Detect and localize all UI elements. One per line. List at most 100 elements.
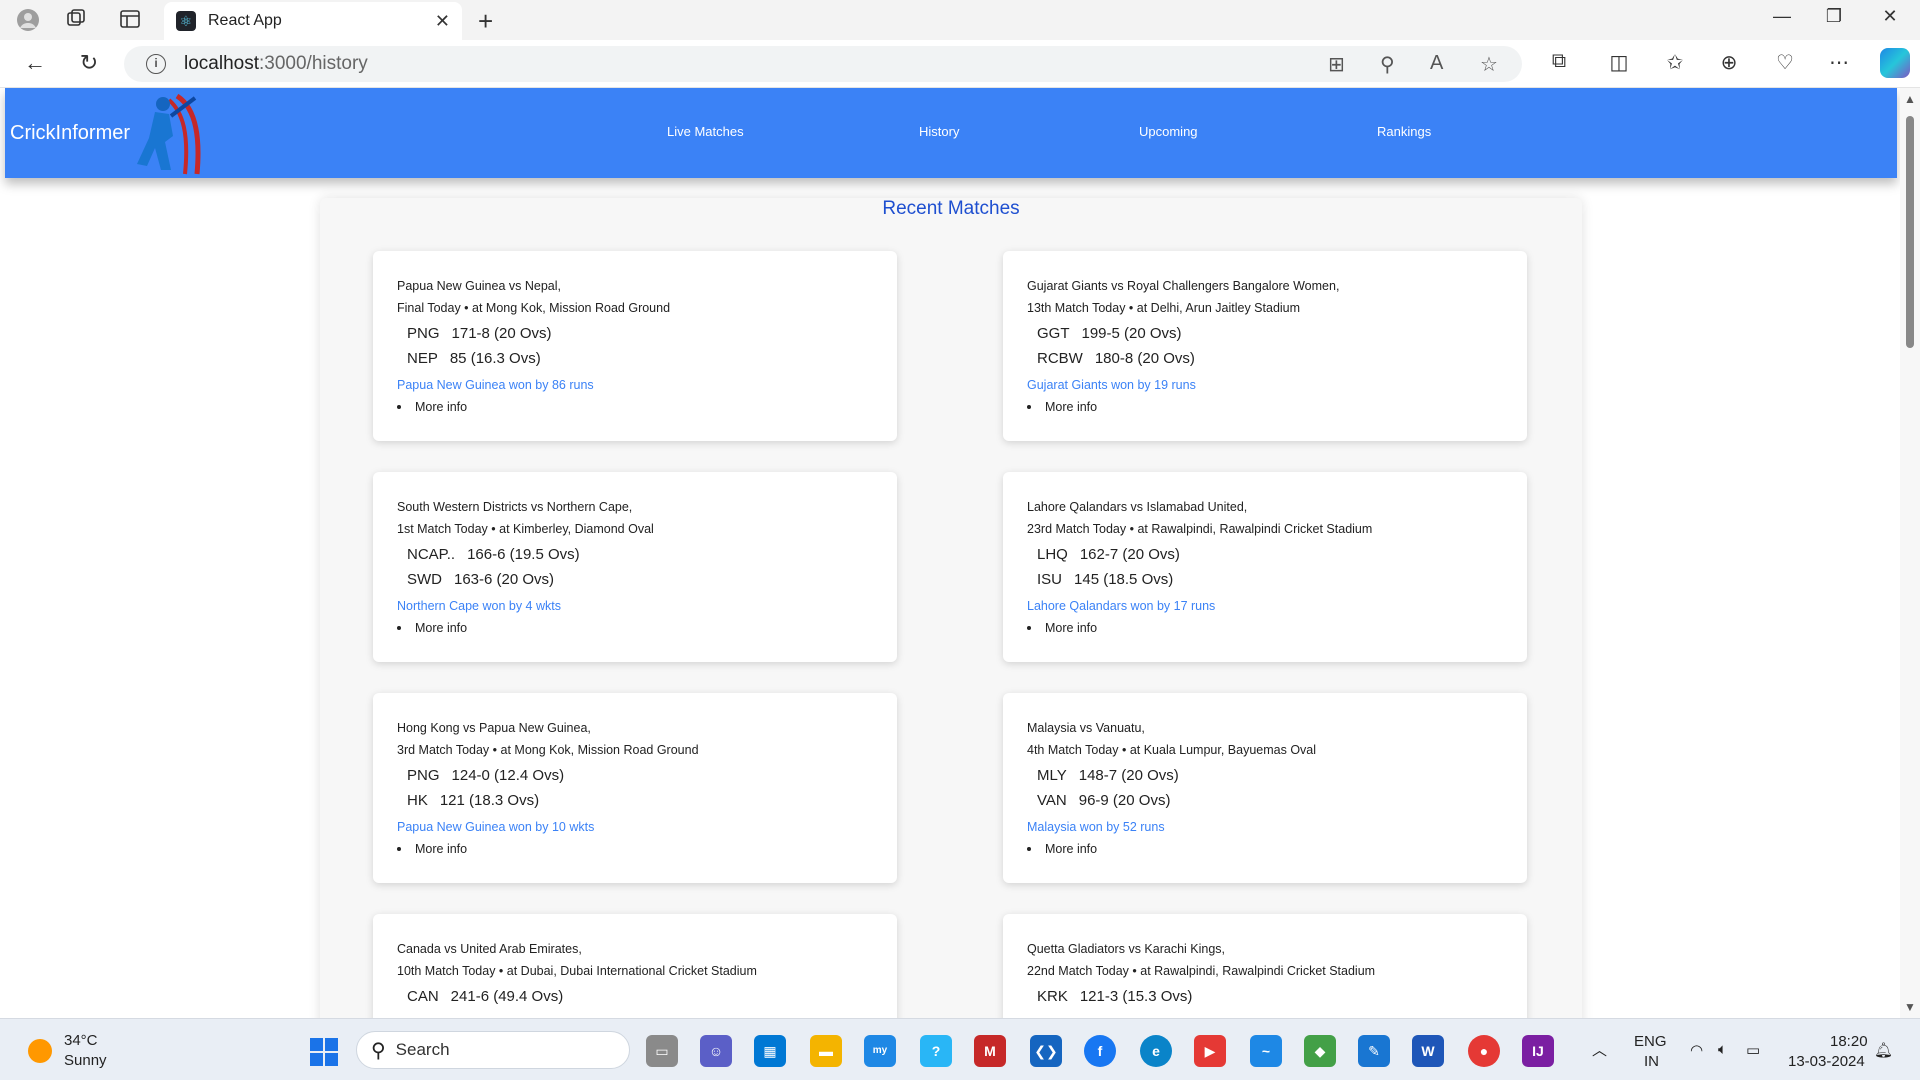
match-teams: Hong Kong vs Papua New Guinea,: [397, 721, 591, 735]
taskbar-search[interactable]: ⚲ Search: [356, 1031, 630, 1069]
more-info-link[interactable]: More info: [1027, 617, 1503, 639]
tab-react-app[interactable]: ⚛ React App ✕: [164, 2, 462, 40]
facebook-icon[interactable]: f: [1084, 1035, 1116, 1067]
zoom-icon[interactable]: ⚲: [1380, 52, 1395, 77]
browser-essentials-icon[interactable]: ♡: [1770, 50, 1800, 75]
brand-name[interactable]: CrickInformer: [10, 122, 130, 145]
team1-score: 199-5 (20 Ovs): [1081, 325, 1182, 342]
match-description: 10th Match Today • at Dubai, Dubai Inter…: [397, 964, 757, 978]
clock-time[interactable]: 18:20: [1830, 1033, 1868, 1050]
wifi-icon[interactable]: ◠: [1690, 1041, 1703, 1059]
close-tab-icon[interactable]: ✕: [435, 11, 450, 32]
more-info-label[interactable]: More info: [415, 617, 467, 639]
clock-date[interactable]: 13-03-2024: [1788, 1053, 1865, 1070]
scroll-up-icon[interactable]: ▲: [1904, 92, 1916, 106]
show-hidden-icons-icon[interactable]: ︿: [1592, 1039, 1607, 1060]
page-scrollbar[interactable]: ▲ ▼: [1900, 88, 1920, 1018]
minimize-icon[interactable]: —: [1762, 6, 1802, 27]
paint-icon[interactable]: ✎: [1358, 1035, 1390, 1067]
more-info-label[interactable]: More info: [415, 838, 467, 860]
match-card[interactable]: Papua New Guinea vs Nepal, Final Today • …: [373, 251, 897, 441]
volume-icon[interactable]: 🔈︎: [1718, 1041, 1727, 1058]
teams-chat-icon[interactable]: ☺: [700, 1035, 732, 1067]
site-info-icon[interactable]: i: [146, 54, 166, 74]
team2-abbr: HK: [407, 792, 428, 809]
collections-icon[interactable]: ⊕: [1714, 50, 1744, 75]
maximize-icon[interactable]: ❐: [1814, 6, 1854, 27]
match-card[interactable]: South Western Districts vs Northern Cape…: [373, 472, 897, 662]
youtube-icon[interactable]: ▶: [1194, 1035, 1226, 1067]
match-card[interactable]: Hong Kong vs Papua New Guinea, 3rd Match …: [373, 693, 897, 883]
url-field[interactable]: i localhost:3000/history ⊞ ⚲ A ☆: [124, 46, 1522, 82]
settings-more-icon[interactable]: ⋯: [1824, 50, 1854, 75]
intellij-icon[interactable]: IJ: [1522, 1035, 1554, 1067]
more-info-label[interactable]: More info: [1045, 617, 1097, 639]
match-card[interactable]: Gujarat Giants vs Royal Challengers Bang…: [1003, 251, 1527, 441]
bullet-icon: [1027, 847, 1031, 851]
nav-history[interactable]: History: [919, 124, 959, 139]
copilot-icon[interactable]: [1880, 48, 1910, 78]
pycharm-icon[interactable]: ~: [1250, 1035, 1282, 1067]
app-available-icon[interactable]: ⊞: [1328, 52, 1345, 77]
microsoft-store-icon[interactable]: ▦: [754, 1035, 786, 1067]
battery-icon[interactable]: ▭: [1746, 1041, 1760, 1059]
match-card[interactable]: Quetta Gladiators vs Karachi Kings, 22nd …: [1003, 914, 1527, 1018]
match-card[interactable]: Canada vs United Arab Emirates, 10th Matc…: [373, 914, 897, 1018]
new-tab-icon[interactable]: +: [478, 6, 493, 37]
back-icon[interactable]: ←: [20, 50, 50, 76]
close-window-icon[interactable]: ✕: [1870, 6, 1910, 27]
team2-abbr: ISU: [1037, 571, 1063, 588]
favorites-icon[interactable]: ✩: [1660, 50, 1690, 75]
favorite-star-icon[interactable]: ☆: [1480, 52, 1498, 77]
language-code[interactable]: ENG: [1634, 1033, 1667, 1050]
match-result: Malaysia won by 52 runs: [1027, 820, 1165, 834]
profile-icon[interactable]: [16, 8, 40, 32]
more-info-link[interactable]: More info: [397, 617, 873, 639]
vscode-icon[interactable]: ❮❯: [1030, 1035, 1062, 1067]
task-view-icon[interactable]: ▭: [646, 1035, 678, 1067]
page-viewport: CrickInformer Live Matches History Upcom…: [0, 88, 1900, 1018]
language-region[interactable]: IN: [1644, 1053, 1659, 1070]
scrollbar-thumb[interactable]: [1906, 116, 1914, 348]
git-icon[interactable]: ◆: [1304, 1035, 1336, 1067]
match-teams: Quetta Gladiators vs Karachi Kings,: [1027, 942, 1226, 956]
word-icon[interactable]: W: [1412, 1035, 1444, 1067]
nav-rankings[interactable]: Rankings: [1377, 124, 1431, 139]
match-card[interactable]: Lahore Qalandars vs Islamabad United, 23r…: [1003, 472, 1527, 662]
edge-icon[interactable]: e: [1140, 1035, 1172, 1067]
weather-temperature[interactable]: 34°C: [64, 1032, 98, 1049]
nav-upcoming[interactable]: Upcoming: [1139, 124, 1198, 139]
chrome-icon[interactable]: ●: [1468, 1035, 1500, 1067]
refresh-icon[interactable]: ↻: [74, 50, 104, 76]
more-info-label[interactable]: More info: [1045, 396, 1097, 418]
split-screen-icon[interactable]: ◫: [1604, 50, 1634, 75]
workspaces-icon[interactable]: [64, 8, 88, 32]
file-explorer-icon[interactable]: ▬: [810, 1035, 842, 1067]
more-info-link[interactable]: More info: [397, 838, 873, 860]
nav-live-matches[interactable]: Live Matches: [667, 124, 744, 139]
team2-score-row: VAN 96-9 (20 Ovs): [1027, 788, 1503, 813]
match-card[interactable]: Malaysia vs Vanuatu, 4th Match Today • at…: [1003, 693, 1527, 883]
extensions-icon[interactable]: ⧉: [1544, 50, 1574, 73]
team1-score-row: CAN 241-6 (49.4 Ovs): [397, 984, 873, 1009]
scroll-down-icon[interactable]: ▼: [1904, 1000, 1916, 1014]
sun-icon[interactable]: [28, 1039, 52, 1063]
tab-actions-icon[interactable]: [118, 8, 142, 32]
start-icon[interactable]: [310, 1038, 338, 1066]
notifications-icon[interactable]: 🔔︎: [1874, 1041, 1893, 1059]
weather-condition[interactable]: Sunny: [64, 1052, 107, 1069]
match-description: 13th Match Today • at Delhi, Arun Jaitle…: [1027, 301, 1301, 315]
more-info-link[interactable]: More info: [1027, 396, 1503, 418]
mysql-workbench-icon[interactable]: my: [864, 1035, 896, 1067]
bullet-icon: [1027, 405, 1031, 409]
url-text[interactable]: localhost:3000/history: [184, 53, 368, 75]
mcafee-icon[interactable]: M: [974, 1035, 1006, 1067]
match-teams: Malaysia vs Vanuatu,: [1027, 721, 1145, 735]
more-info-link[interactable]: More info: [397, 396, 873, 418]
match-result: Lahore Qalandars won by 17 runs: [1027, 599, 1216, 613]
more-info-label[interactable]: More info: [1045, 838, 1097, 860]
read-aloud-icon[interactable]: A: [1430, 52, 1443, 75]
more-info-link[interactable]: More info: [1027, 838, 1503, 860]
help-icon[interactable]: ?: [920, 1035, 952, 1067]
more-info-label[interactable]: More info: [415, 396, 467, 418]
